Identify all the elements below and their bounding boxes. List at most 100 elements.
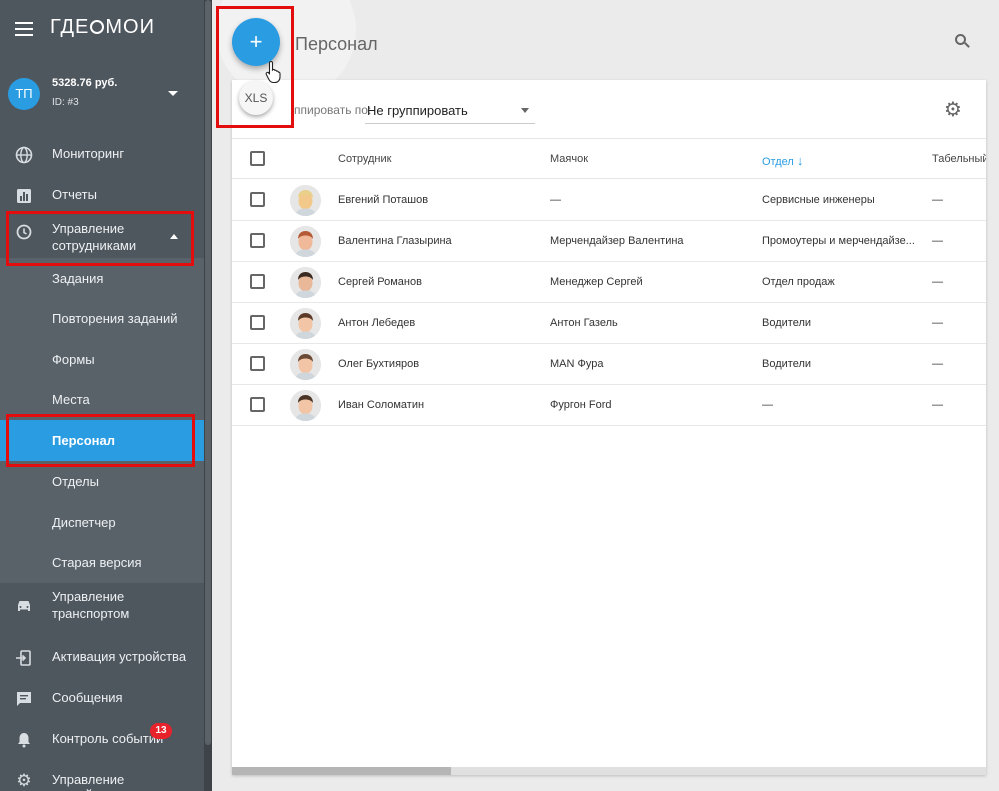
group-by-label: ппировать по:: [294, 103, 372, 117]
row-checkbox[interactable]: [250, 192, 265, 207]
employee-department: Сервисные инженеры: [762, 194, 875, 206]
nav-reports[interactable]: Отчеты: [0, 175, 204, 215]
employee-avatar: [290, 185, 321, 216]
employee-tab-number: —: [932, 317, 943, 329]
group-by-select[interactable]: Не группировать: [365, 96, 535, 124]
nav-sub-departments[interactable]: Отделы: [0, 461, 204, 502]
nav-sub-forms[interactable]: Формы: [0, 339, 204, 380]
nav-sub-tasks[interactable]: Задания: [0, 258, 204, 299]
employee-name[interactable]: Сергей Романов: [338, 276, 538, 288]
select-all-checkbox[interactable]: [250, 151, 265, 166]
arrow-down-icon: ↓: [796, 153, 804, 168]
employee-department: Отдел продаж: [762, 276, 835, 288]
nav-transport-line1: Управление: [52, 589, 125, 604]
employee-department: Промоутеры и мерчендайзе...: [762, 235, 915, 247]
employee-name[interactable]: Иван Соломатин: [338, 399, 538, 411]
employee-department: Водители: [762, 317, 812, 329]
account-id: ID: #3: [52, 97, 79, 108]
clock-pin-icon: [15, 224, 33, 242]
search-icon[interactable]: [955, 34, 971, 50]
employee-avatar: [290, 349, 321, 380]
chevron-down-icon[interactable]: [168, 91, 178, 96]
nav-sub-personnel[interactable]: Персонал: [0, 420, 204, 461]
chevron-down-icon: [521, 108, 529, 113]
employee-name[interactable]: Антон Лебедев: [338, 317, 538, 329]
nav-transport-line2: транспортом: [52, 606, 130, 621]
menu-icon[interactable]: [15, 22, 33, 36]
table-header: Сотрудник Маячок Отдел ↓ Табельный: [232, 138, 986, 179]
employee-beacon: Мерчендайзер Валентина: [550, 235, 684, 247]
horizontal-scrollbar-thumb[interactable]: [232, 767, 451, 775]
login-icon: [15, 649, 33, 667]
horizontal-scrollbar[interactable]: [232, 767, 986, 775]
nav-device-management[interactable]: ⚙ Управление устройствами: [0, 760, 204, 791]
hand-cursor-icon: [265, 60, 283, 90]
account-balance: 5328.76 руб.: [52, 77, 118, 89]
employee-department: Водители: [762, 358, 812, 370]
employee-name[interactable]: Валентина Глазырина: [338, 235, 538, 247]
nav-messages[interactable]: Сообщения: [0, 678, 204, 718]
row-checkbox[interactable]: [250, 233, 265, 248]
table-row[interactable]: Антон Лебедев Антон Газель Водители —: [232, 303, 986, 344]
employee-tab-number: —: [932, 194, 943, 206]
group-by-value: Не группировать: [367, 103, 468, 118]
bar-chart-icon: [15, 187, 33, 205]
row-checkbox[interactable]: [250, 356, 265, 371]
employee-beacon: MAN Фура: [550, 358, 604, 370]
row-checkbox[interactable]: [250, 315, 265, 330]
column-department[interactable]: Отдел ↓: [762, 153, 803, 168]
table-row[interactable]: Сергей Романов Менеджер Сергей Отдел прода…: [232, 262, 986, 303]
car-icon: [15, 597, 33, 615]
table-row[interactable]: Олег Бухтияров MAN Фура Водители —: [232, 344, 986, 385]
nav-sub-dispatcher[interactable]: Диспетчер: [0, 502, 204, 543]
employee-name[interactable]: Евгений Поташов: [338, 194, 538, 206]
nav-staff-management-line1: Управление: [52, 221, 125, 236]
sidebar-header: ГДЕ МОИ: [0, 0, 204, 60]
nav-event-control[interactable]: Контроль событий: [0, 719, 204, 759]
page-title: Персонал: [295, 34, 378, 54]
employee-avatar: [290, 308, 321, 339]
employee-name[interactable]: Олег Бухтияров: [338, 358, 538, 370]
nav-sub-old-version[interactable]: Старая версия: [0, 542, 204, 583]
avatar: ТП: [8, 78, 40, 110]
compass-icon: [90, 20, 105, 34]
sidebar-scrollbar[interactable]: [204, 0, 212, 791]
nav-sub-places[interactable]: Места: [0, 379, 204, 420]
employee-beacon: —: [550, 194, 561, 206]
personnel-card: ппировать по: Не группировать ⚙ Сотрудни…: [232, 80, 986, 775]
nav-staff-management-line2: сотрудниками: [52, 238, 137, 253]
add-button[interactable]: +: [232, 18, 280, 66]
table-row[interactable]: Валентина Глазырина Мерчендайзер Валентин…: [232, 221, 986, 262]
account-switcher[interactable]: ТП 5328.76 руб. ID: #3: [0, 64, 204, 124]
message-icon: [15, 690, 33, 708]
row-checkbox[interactable]: [250, 274, 265, 289]
nav-sub-task-repeats[interactable]: Повторения заданий: [0, 298, 204, 339]
bell-icon: [15, 731, 33, 749]
employee-department: —: [762, 399, 773, 411]
employee-tab-number: —: [932, 235, 943, 247]
chevron-up-icon: [170, 234, 178, 239]
sidebar: ГДЕ МОИ ТП 5328.76 руб. ID: #3 Мониторинг…: [0, 0, 212, 791]
nav-device-activation[interactable]: Активация устройства: [0, 637, 204, 677]
employee-avatar: [290, 390, 321, 421]
nav-transport-management[interactable]: Управление транспортом: [0, 585, 204, 631]
employee-tab-number: —: [932, 399, 943, 411]
column-tab-number[interactable]: Табельный: [932, 153, 986, 165]
employee-beacon: Фургон Ford: [550, 399, 612, 411]
gear-icon: ⚙: [16, 771, 32, 790]
employee-avatar: [290, 267, 321, 298]
globe-icon: [15, 146, 33, 164]
settings-gear-icon[interactable]: ⚙: [944, 100, 962, 120]
column-employee[interactable]: Сотрудник: [338, 153, 391, 165]
table-row[interactable]: Иван Соломатин Фургон Ford — —: [232, 385, 986, 426]
employee-beacon: Антон Газель: [550, 317, 618, 329]
employee-tab-number: —: [932, 276, 943, 288]
app-logo[interactable]: ГДЕ МОИ: [50, 16, 155, 39]
row-checkbox[interactable]: [250, 397, 265, 412]
employee-tab-number: —: [932, 358, 943, 370]
column-beacon[interactable]: Маячок: [550, 153, 588, 165]
nav-monitoring[interactable]: Мониторинг: [0, 134, 204, 174]
sidebar-scrollbar-thumb[interactable]: [205, 0, 211, 745]
table-row[interactable]: Евгений Поташов — Сервисные инженеры —: [232, 180, 986, 221]
employee-beacon: Менеджер Сергей: [550, 276, 643, 288]
